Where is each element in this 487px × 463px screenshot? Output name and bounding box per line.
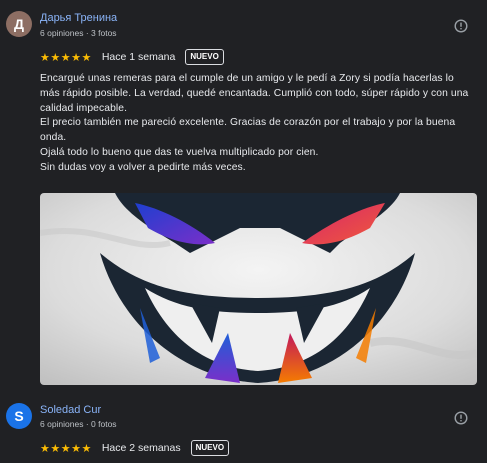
new-badge: NUEVO [190, 440, 230, 456]
star-rating: ★★★★★ [40, 442, 92, 455]
author-name[interactable]: Soledad Cur [40, 404, 101, 416]
avatar[interactable]: Д [6, 11, 32, 37]
review-paragraph: Encargué unas remeras para el cumple de … [40, 73, 469, 114]
report-flag-icon[interactable] [454, 19, 468, 33]
author-meta: 6 opiniones · 3 fotos [40, 28, 117, 38]
rating-row: ★★★★★ Hace 1 semana NUEVO [40, 48, 224, 66]
report-flag-icon[interactable] [454, 411, 468, 425]
review-date: Hace 1 semana [101, 51, 176, 63]
review-photo[interactable] [40, 193, 477, 385]
rating-row: ★★★★★ Hace 2 semanas NUEVO [40, 439, 230, 457]
author-meta: 6 opiniones · 0 fotos [40, 419, 117, 429]
review-paragraph: Sin dudas voy a volver a pedirte más vec… [40, 161, 246, 173]
review-date: Hace 2 semanas [101, 442, 181, 454]
review-text: Encargué unas remeras para el cumple de … [40, 72, 476, 176]
avatar[interactable]: S [6, 403, 32, 429]
star-rating: ★★★★★ [40, 51, 92, 64]
review-paragraph: Ojalá todo lo bueno que das te vuelva mu… [40, 146, 319, 158]
review-paragraph: El precio también me pareció excelente. … [40, 117, 456, 144]
author-name[interactable]: Дарья Тренина [40, 12, 117, 24]
tshirt-print-image [40, 193, 477, 385]
new-badge: NUEVO [185, 49, 224, 65]
